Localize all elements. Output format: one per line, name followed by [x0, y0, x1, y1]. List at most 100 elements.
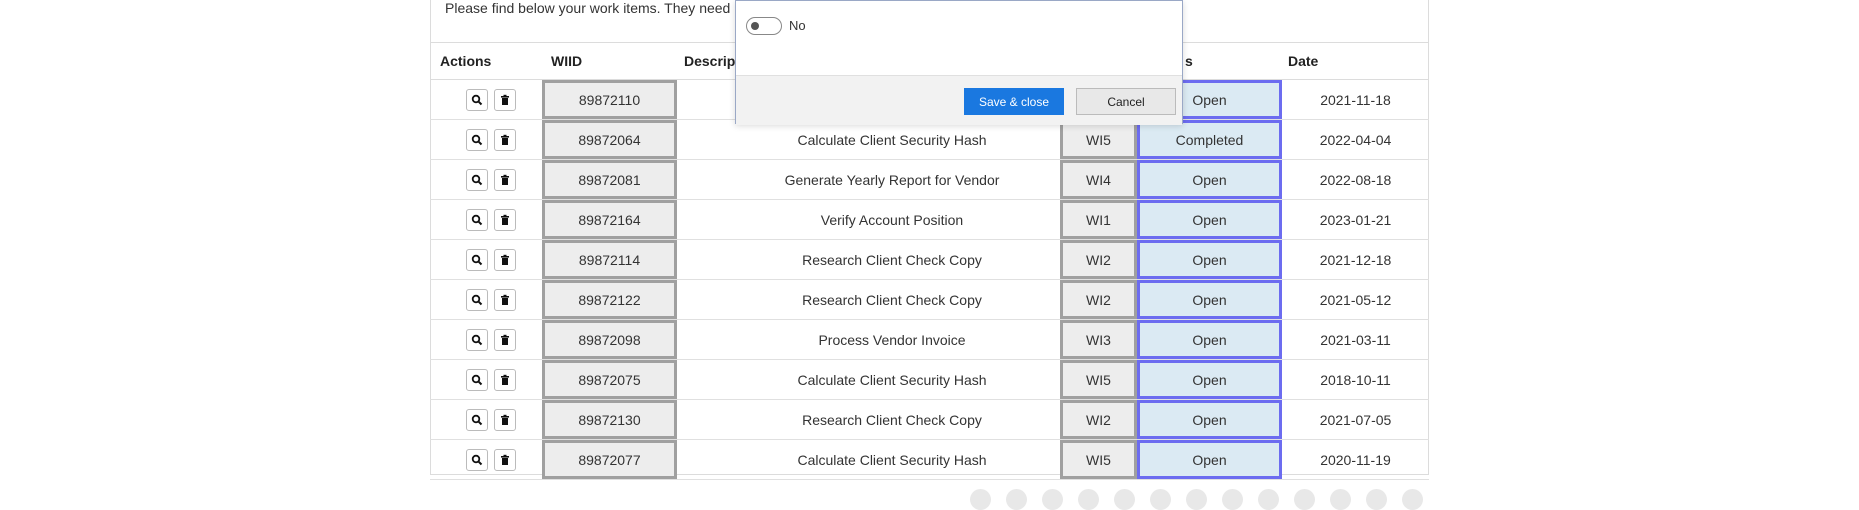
magnifier-icon[interactable]: [466, 168, 488, 191]
description-cell: Research Client Check Copy: [802, 411, 982, 428]
page-button[interactable]: [1222, 489, 1243, 510]
type-cell[interactable]: WI4: [1060, 160, 1137, 199]
wiid-cell[interactable]: 89872081: [542, 160, 677, 199]
status-cell[interactable]: Open: [1137, 320, 1282, 359]
table-row: 89872114 Research Client Check Copy WI2 Ope…: [430, 240, 1429, 280]
magnifier-icon[interactable]: [466, 88, 488, 111]
cancel-button[interactable]: Cancel: [1076, 88, 1176, 115]
magnifier-icon[interactable]: [466, 448, 488, 471]
date-cell: 2023-01-21: [1319, 211, 1392, 228]
type-cell[interactable]: WI2: [1060, 280, 1137, 319]
status-cell[interactable]: Open: [1137, 360, 1282, 399]
row-actions: [456, 160, 526, 199]
page-button[interactable]: [1366, 489, 1387, 510]
type-cell[interactable]: WI2: [1060, 400, 1137, 439]
magnifier-icon[interactable]: [466, 208, 488, 231]
date-cell: 2022-04-04: [1319, 131, 1392, 148]
date-cell: 2020-11-19: [1320, 451, 1391, 468]
date-cell: 2021-11-18: [1320, 91, 1391, 108]
intro-text: Please find below your work items. They …: [445, 0, 731, 16]
status-cell[interactable]: Open: [1137, 240, 1282, 279]
page-button[interactable]: [1258, 489, 1279, 510]
wiid-cell[interactable]: 89872077: [542, 440, 677, 479]
trash-icon[interactable]: [494, 448, 516, 471]
description-cell: Calculate Client Security Hash: [797, 371, 987, 388]
description-cell: Verify Account Position: [820, 211, 964, 228]
type-cell[interactable]: WI5: [1060, 120, 1137, 159]
trash-icon[interactable]: [494, 88, 516, 111]
page-button[interactable]: [1150, 489, 1171, 510]
page-button[interactable]: [1402, 489, 1423, 510]
row-actions: [456, 320, 526, 359]
type-cell[interactable]: WI3: [1060, 320, 1137, 359]
trash-icon[interactable]: [494, 288, 516, 311]
status-cell[interactable]: Completed: [1137, 120, 1282, 159]
description-cell: Process Vendor Invoice: [818, 331, 966, 348]
trash-icon[interactable]: [494, 128, 516, 151]
edit-dialog: No Save & close Cancel: [735, 0, 1183, 125]
wiid-cell[interactable]: 89872130: [542, 400, 677, 439]
page-button[interactable]: [1006, 489, 1027, 510]
trash-icon[interactable]: [494, 248, 516, 271]
type-cell[interactable]: WI5: [1060, 440, 1137, 479]
status-cell[interactable]: Open: [1137, 200, 1282, 239]
trash-icon[interactable]: [494, 368, 516, 391]
wiid-cell[interactable]: 89872122: [542, 280, 677, 319]
status-cell[interactable]: Open: [1137, 280, 1282, 319]
row-actions: [456, 440, 526, 479]
status-cell[interactable]: Open: [1137, 160, 1282, 199]
page-button[interactable]: [1294, 489, 1315, 510]
pagination: [970, 489, 1423, 510]
magnifier-icon[interactable]: [466, 128, 488, 151]
page-button[interactable]: [1078, 489, 1099, 510]
date-cell: 2021-05-12: [1319, 291, 1392, 308]
trash-icon[interactable]: [494, 208, 516, 231]
row-actions: [456, 400, 526, 439]
trash-icon[interactable]: [494, 408, 516, 431]
header-date: Date: [1288, 53, 1319, 69]
magnifier-icon[interactable]: [466, 288, 488, 311]
row-actions: [456, 360, 526, 399]
wiid-cell[interactable]: 89872110: [542, 80, 677, 119]
wiid-cell[interactable]: 89872075: [542, 360, 677, 399]
wiid-cell[interactable]: 89872098: [542, 320, 677, 359]
wiid-cell[interactable]: 89872114: [542, 240, 677, 279]
magnifier-icon[interactable]: [466, 328, 488, 351]
page-button[interactable]: [970, 489, 991, 510]
table-row: 89872122 Research Client Check Copy WI2 Ope…: [430, 280, 1429, 320]
page-button[interactable]: [1186, 489, 1207, 510]
row-actions: [456, 280, 526, 319]
header-actions: Actions: [440, 53, 492, 69]
row-actions: [456, 80, 526, 119]
status-cell[interactable]: Open: [1137, 400, 1282, 439]
dialog-footer: Save & close Cancel: [736, 75, 1182, 125]
table-row: 89872164 Verify Account Position WI1 Open 20…: [430, 200, 1429, 240]
type-cell[interactable]: WI1: [1060, 200, 1137, 239]
table-row: 89872081 Generate Yearly Report for Vendo…: [430, 160, 1429, 200]
type-cell[interactable]: WI5: [1060, 360, 1137, 399]
trash-icon[interactable]: [494, 328, 516, 351]
page-button[interactable]: [1042, 489, 1063, 510]
magnifier-icon[interactable]: [466, 248, 488, 271]
save-close-button[interactable]: Save & close: [964, 88, 1064, 115]
magnifier-icon[interactable]: [466, 368, 488, 391]
header-wiid: WIID: [551, 53, 583, 69]
description-cell: Calculate Client Security Hash: [797, 131, 987, 148]
description-cell: Calculate Client Security Hash: [797, 451, 987, 468]
wiid-cell[interactable]: 89872064: [542, 120, 677, 159]
page-button[interactable]: [1330, 489, 1351, 510]
wiid-cell[interactable]: 89872164: [542, 200, 677, 239]
magnifier-icon[interactable]: [466, 408, 488, 431]
toggle-switch[interactable]: [746, 17, 782, 35]
table-row: 89872075 Calculate Client Security Hash WI…: [430, 360, 1429, 400]
date-cell: 2022-08-18: [1319, 171, 1392, 188]
row-actions: [456, 240, 526, 279]
table-row: 89872064 Calculate Client Security Hash WI…: [430, 120, 1429, 160]
status-cell[interactable]: Open: [1137, 440, 1282, 479]
page-button[interactable]: [1114, 489, 1135, 510]
description-cell: Generate Yearly Report for Vendor: [784, 171, 1000, 188]
header-status: s: [1185, 53, 1193, 69]
trash-icon[interactable]: [494, 168, 516, 191]
type-cell[interactable]: WI2: [1060, 240, 1137, 279]
description-cell: Research Client Check Copy: [802, 291, 982, 308]
